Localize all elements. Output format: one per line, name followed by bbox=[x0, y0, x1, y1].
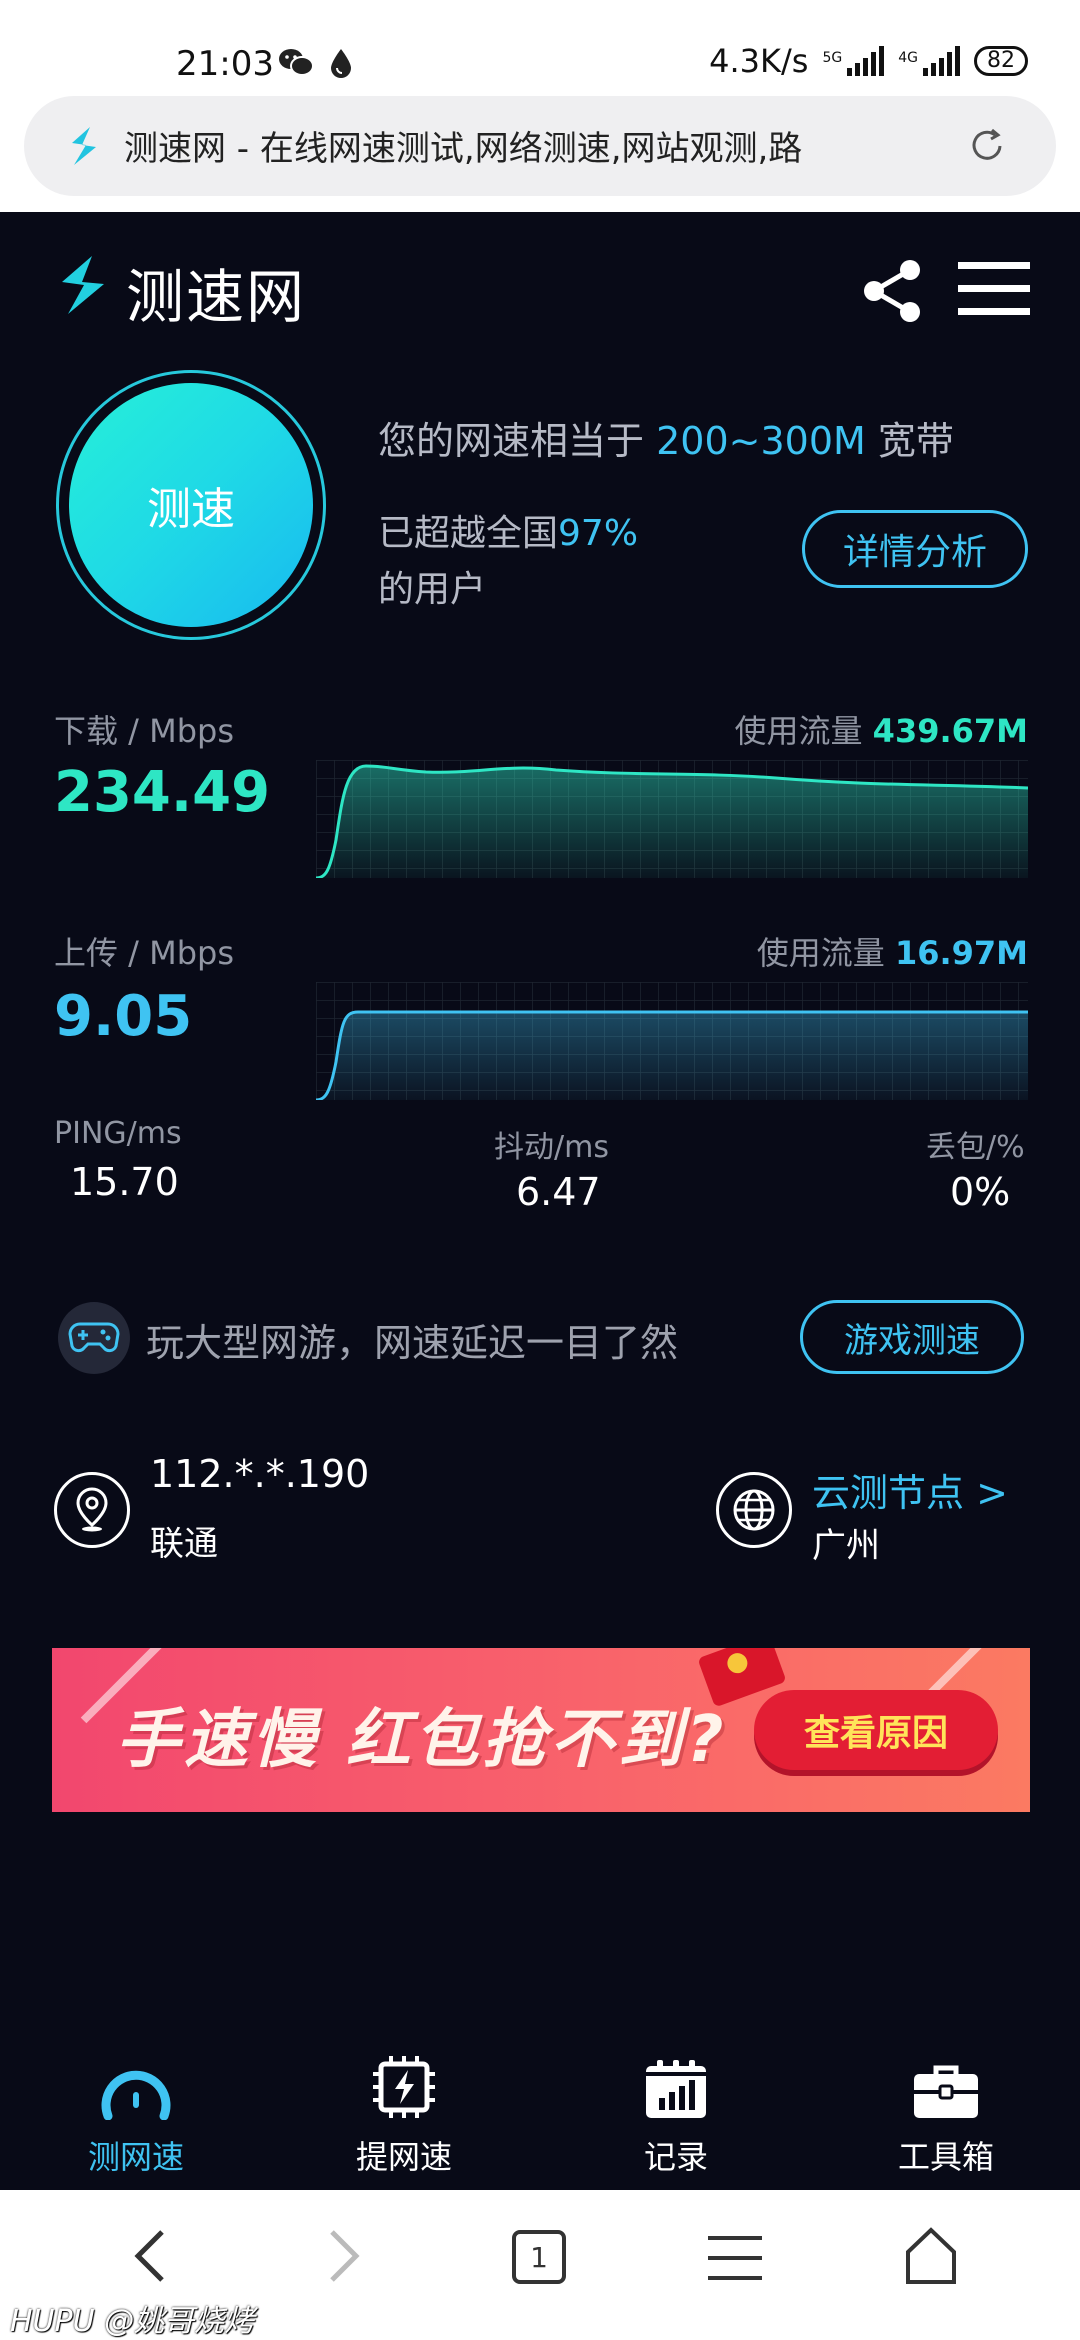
status-bar: 21:03 4.3K/s 5G 4G 82 bbox=[0, 0, 1080, 96]
download-label: 下载 / Mbps bbox=[54, 712, 235, 750]
home-icon[interactable] bbox=[904, 2226, 958, 2286]
address-bar[interactable]: 测速网 - 在线网速测试,网络测速,网站观测,路 bbox=[24, 96, 1056, 196]
bottom-tab-bar: 测网速 提网速 记录 工具箱 bbox=[0, 2040, 1080, 2190]
game-promo-text: 玩大型网游，网速延迟一目了然 bbox=[146, 1321, 679, 1365]
battery-icon: 82 bbox=[974, 46, 1028, 76]
beat-rate: 已超越全国97% bbox=[378, 513, 639, 554]
upload-chart bbox=[316, 982, 1028, 1100]
ping-value: 15.70 bbox=[70, 1160, 179, 1204]
favicon bbox=[72, 127, 96, 165]
share-icon[interactable] bbox=[860, 258, 926, 324]
upload-usage-value: 16.97M bbox=[894, 934, 1028, 972]
ping-label: PING/ms bbox=[54, 1116, 182, 1151]
notification-icons bbox=[278, 47, 354, 79]
tab-records[interactable]: 记录 bbox=[576, 2040, 776, 2178]
download-chart bbox=[316, 760, 1028, 878]
watermark: HUPU @姚哥烧烤 bbox=[10, 2304, 255, 2339]
url-text[interactable]: 测速网 - 在线网速测试,网络测速,网站观测,路 bbox=[124, 121, 934, 170]
test-node-link[interactable]: 云测节点 > bbox=[812, 1462, 1008, 1517]
globe-icon[interactable] bbox=[716, 1472, 792, 1548]
speed-test-button-ring[interactable]: 测速 bbox=[56, 370, 326, 640]
wechat-icon bbox=[279, 49, 314, 76]
upload-usage: 使用流量 16.97M bbox=[756, 934, 1028, 972]
beat-suffix: 的用户 bbox=[378, 569, 487, 610]
location-pin-icon bbox=[54, 1472, 130, 1548]
chip-bolt-icon bbox=[373, 2056, 435, 2118]
upload-speed: 9.05 bbox=[54, 984, 193, 1049]
tab-boost[interactable]: 提网速 bbox=[304, 2040, 504, 2178]
detail-analysis-button[interactable]: 详情分析 bbox=[802, 510, 1028, 588]
speed-test-button[interactable]: 测速 bbox=[69, 383, 313, 627]
download-usage-value: 439.67M bbox=[872, 712, 1028, 750]
isp-name: 联通 bbox=[150, 1524, 218, 1564]
bandwidth-equivalent: 您的网速相当于 200~300M 宽带 bbox=[378, 419, 954, 463]
tabs-icon[interactable]: 1 bbox=[512, 2230, 566, 2284]
upload-label: 上传 / Mbps bbox=[54, 934, 235, 972]
status-right: 4.3K/s 5G 4G 82 bbox=[709, 42, 1028, 80]
tab-label: 工具箱 bbox=[897, 2138, 994, 2176]
menu-lines-icon[interactable] bbox=[708, 2234, 762, 2282]
status-time: 21:03 bbox=[176, 44, 274, 84]
drop-icon bbox=[331, 49, 351, 78]
sim2-label: 4G bbox=[898, 50, 918, 66]
tab-label: 提网速 bbox=[355, 2138, 452, 2176]
site-header: 测速网 bbox=[0, 212, 1080, 362]
ip-address: 112.*.*.190 bbox=[150, 1452, 370, 1496]
beat-value: 97% bbox=[558, 513, 639, 554]
download-speed: 234.49 bbox=[54, 760, 271, 825]
upload-chart-area bbox=[316, 1012, 1028, 1100]
ad-banner[interactable]: 手速慢 红包抢不到? 查看原因 bbox=[52, 1648, 1030, 1812]
sim1-label: 5G bbox=[822, 50, 843, 66]
reload-icon[interactable] bbox=[962, 121, 1012, 171]
banner-button[interactable]: 查看原因 bbox=[754, 1690, 998, 1770]
forward-icon[interactable] bbox=[322, 2226, 366, 2286]
tab-speed-test[interactable]: 测网速 bbox=[36, 2040, 236, 2178]
bandwidth-value: 200~300M bbox=[656, 419, 866, 463]
tab-label: 测网速 bbox=[87, 2138, 184, 2176]
game-test-button[interactable]: 游戏测速 bbox=[800, 1300, 1024, 1374]
node-city: 广州 bbox=[812, 1526, 880, 1566]
signal-icon: 5G bbox=[822, 46, 885, 76]
jitter-label: 抖动/ms bbox=[494, 1130, 609, 1165]
banner-text: 手速慢 红包抢不到? bbox=[116, 1703, 728, 1777]
jitter-value: 6.47 bbox=[516, 1170, 601, 1214]
packet-loss-value: 0% bbox=[950, 1170, 1011, 1214]
brand-logo-icon[interactable] bbox=[52, 252, 112, 318]
packet-loss-label: 丢包/% bbox=[926, 1130, 1025, 1165]
calendar-chart-icon bbox=[646, 2060, 706, 2118]
browser-toolbar: 测速网 - 在线网速测试,网络测速,网站观测,路 bbox=[0, 96, 1080, 212]
download-usage: 使用流量 439.67M bbox=[734, 712, 1028, 750]
menu-icon[interactable] bbox=[958, 260, 1030, 318]
speedometer-icon bbox=[101, 2070, 171, 2120]
toolbox-icon bbox=[914, 2065, 978, 2118]
gamepad-icon bbox=[58, 1302, 130, 1374]
brand-name[interactable]: 测速网 bbox=[126, 250, 306, 334]
signal-icon-2: 4G bbox=[898, 46, 960, 76]
back-icon[interactable] bbox=[128, 2226, 172, 2286]
tab-toolbox[interactable]: 工具箱 bbox=[846, 2040, 1046, 2178]
tab-label: 记录 bbox=[643, 2138, 708, 2176]
net-speed: 4.3K/s bbox=[709, 42, 809, 80]
